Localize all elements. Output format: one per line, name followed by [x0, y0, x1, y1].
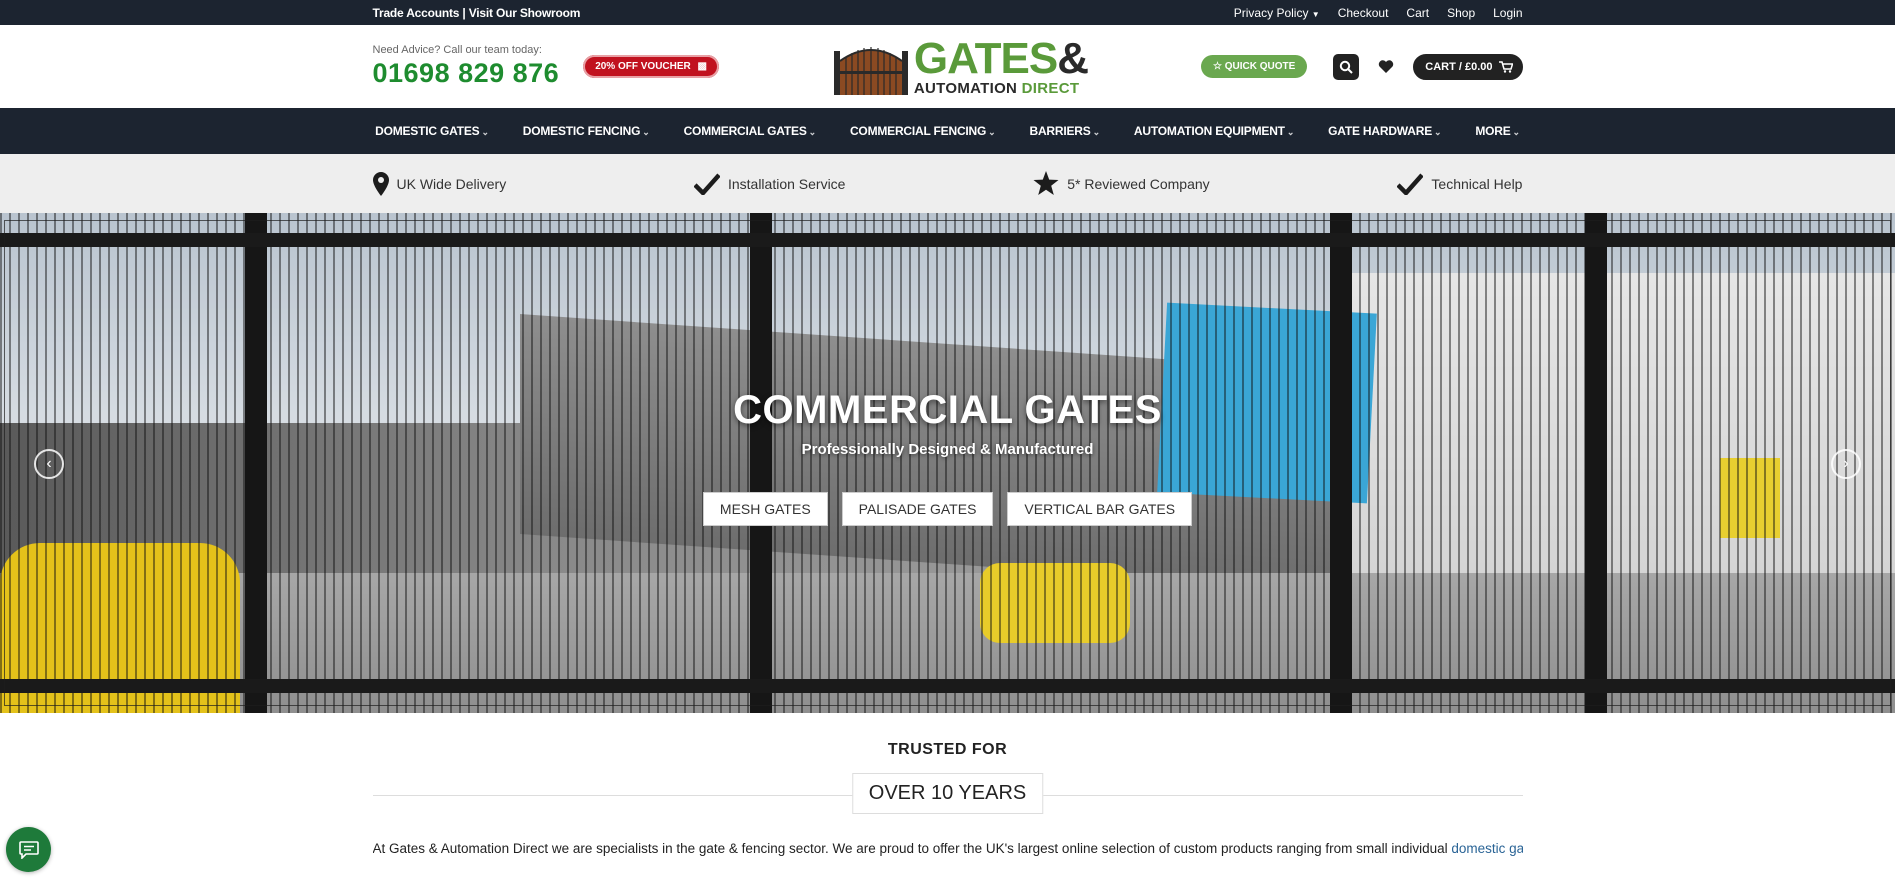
- top-bar: Trade Accounts | Visit Our Showroom Priv…: [0, 0, 1895, 25]
- phone-number[interactable]: 01698 829 876: [373, 58, 560, 89]
- advice-text: Need Advice? Call our team today:: [372, 44, 542, 56]
- nav-domestic-fencing[interactable]: DOMESTIC FENCING ⌄: [506, 124, 667, 138]
- years-heading: OVER 10 YEARS: [851, 773, 1044, 814]
- nav-automation-equipment[interactable]: AUTOMATION EQUIPMENT ⌄: [1117, 124, 1311, 138]
- domestic-gates-link[interactable]: domestic gates: [1451, 841, 1522, 856]
- star-outline-icon: ☆: [1212, 61, 1222, 72]
- quick-quote-button[interactable]: ☆ QUICK QUOTE: [1200, 55, 1308, 78]
- nav-commercial-gates[interactable]: COMMERCIAL GATES ⌄: [667, 124, 833, 138]
- shop-link[interactable]: Shop: [1447, 6, 1475, 20]
- search-button[interactable]: [1333, 53, 1360, 80]
- palisade-gates-button[interactable]: PALISADE GATES: [841, 492, 994, 526]
- site-header: Need Advice? Call our team today: 01698 …: [0, 25, 1895, 108]
- chevron-down-icon: ⌄: [808, 127, 817, 137]
- nav-more[interactable]: MORE ⌄: [1458, 124, 1537, 138]
- hero-slider: ‹ › COMMERCIAL GATES Professionally Desi…: [0, 213, 1895, 713]
- chat-button[interactable]: [6, 827, 51, 872]
- checkmark-icon: [693, 173, 720, 195]
- logo-automation-text: AUTOMATION: [913, 80, 1018, 97]
- heart-icon: [1379, 60, 1394, 73]
- site-logo[interactable]: GATES& AUTOMATION DIRECT: [832, 34, 1089, 97]
- nav-commercial-fencing[interactable]: COMMERCIAL FENCING ⌄: [833, 124, 1013, 138]
- cart-button[interactable]: CART / £0.00: [1413, 53, 1523, 80]
- mesh-gates-button[interactable]: MESH GATES: [702, 492, 828, 526]
- chevron-down-icon: ⌄: [481, 127, 489, 137]
- logo-gates-text: GATES: [913, 34, 1058, 83]
- hero-title: COMMERCIAL GATES: [733, 388, 1162, 432]
- cart-link[interactable]: Cart: [1406, 6, 1429, 20]
- login-link[interactable]: Login: [1493, 6, 1522, 20]
- gift-icon: ▩: [697, 61, 707, 72]
- trade-accounts-link[interactable]: Trade Accounts | Visit Our Showroom: [373, 6, 581, 20]
- checkout-link[interactable]: Checkout: [1338, 6, 1389, 20]
- vertical-bar-gates-button[interactable]: VERTICAL BAR GATES: [1007, 492, 1193, 526]
- hero-subtitle: Professionally Designed & Manufactured: [801, 441, 1094, 458]
- nav-barriers[interactable]: BARRIERS ⌄: [1013, 124, 1117, 138]
- chevron-down-icon: ⌄: [1434, 127, 1442, 137]
- top-links: Privacy Policy ▼ Checkout Cart Shop Logi…: [1234, 6, 1523, 20]
- chevron-down-icon: ⌄: [1286, 127, 1295, 137]
- chevron-down-icon: ⌄: [988, 127, 996, 137]
- chevron-down-icon: ⌄: [1512, 127, 1521, 137]
- main-nav: DOMESTIC GATES ⌄ DOMESTIC FENCING ⌄ COMMER…: [0, 108, 1895, 154]
- intro-paragraph: At Gates & Automation Direct we are spec…: [373, 841, 1523, 856]
- voucher-button[interactable]: 20% OFF VOUCHER ▩: [583, 55, 719, 78]
- advice-block: Need Advice? Call our team today: 01698 …: [373, 44, 560, 89]
- chevron-down-icon: ⌄: [642, 127, 650, 137]
- logo-direct-text: DIRECT: [1021, 80, 1080, 97]
- search-icon: [1340, 60, 1353, 74]
- logo-amp-text: &: [1057, 34, 1089, 83]
- nav-gate-hardware[interactable]: GATE HARDWARE ⌄: [1311, 124, 1458, 138]
- star-icon: [1033, 171, 1059, 195]
- cart-icon: [1498, 60, 1513, 73]
- gate-logo-icon: [833, 46, 908, 95]
- wishlist-button[interactable]: [1373, 54, 1399, 80]
- trusted-label: TRUSTED FOR: [887, 741, 1008, 758]
- feature-installation: Installation Service: [693, 173, 845, 195]
- nav-domestic-gates[interactable]: DOMESTIC GATES ⌄: [358, 124, 506, 138]
- chat-icon: [18, 840, 39, 859]
- privacy-policy-link[interactable]: Privacy Policy ▼: [1234, 6, 1320, 20]
- features-bar: UK Wide Delivery Installation Service 5*…: [0, 154, 1895, 213]
- location-pin-icon: [372, 171, 389, 196]
- feature-reviewed: 5* Reviewed Company: [1033, 171, 1210, 196]
- feature-technical-help: Technical Help: [1397, 173, 1522, 195]
- feature-delivery: UK Wide Delivery: [372, 171, 506, 196]
- trusted-section: TRUSTED FOR OVER 10 YEARS At Gates & Aut…: [0, 713, 1895, 856]
- chevron-down-icon: ⌄: [1092, 127, 1101, 137]
- hero-content: COMMERCIAL GATES Professionally Designed…: [0, 388, 1895, 526]
- checkmark-icon: [1397, 173, 1424, 195]
